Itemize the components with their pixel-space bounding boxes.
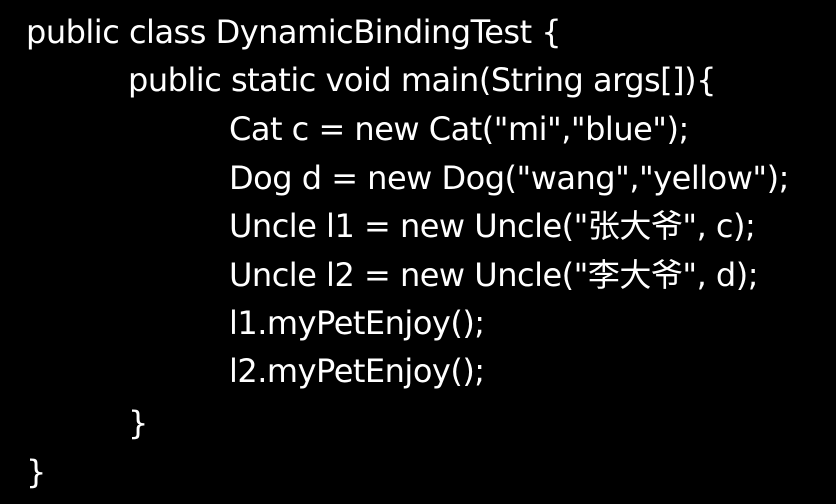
dog-instantiation-line: Dog d = new Dog("wang","yellow"); — [229, 159, 789, 197]
cat-instantiation-line: Cat c = new Cat("mi","blue"); — [229, 110, 689, 148]
class-closing-brace: } — [26, 453, 46, 491]
main-method-declaration-line: public static void main(String args[]){ — [128, 61, 716, 99]
uncle1-instantiation-line: Uncle l1 = new Uncle("张大爷", c); — [229, 207, 756, 245]
l1-method-call-line: l1.myPetEnjoy(); — [229, 304, 485, 342]
class-declaration-line: public class DynamicBindingTest { — [26, 13, 562, 51]
uncle2-instantiation-line: Uncle l2 = new Uncle("李大爷", d); — [229, 256, 759, 294]
code-slide: public class DynamicBindingTest { public… — [0, 0, 836, 504]
method-closing-brace: } — [128, 404, 148, 442]
l2-method-call-line: l2.myPetEnjoy(); — [229, 352, 485, 390]
